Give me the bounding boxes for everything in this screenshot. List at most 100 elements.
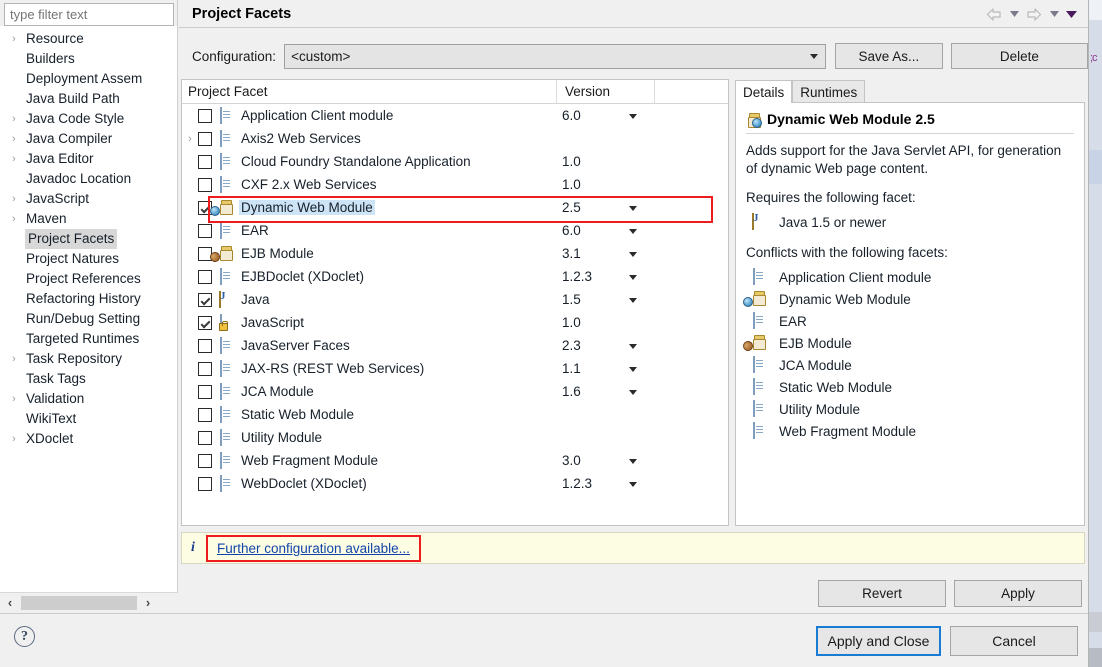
facet-version[interactable]: 1.1: [562, 361, 581, 376]
chevron-right-icon[interactable]: ›: [12, 149, 26, 169]
facet-version[interactable]: 1.0: [562, 154, 581, 169]
table-row[interactable]: EJBDoclet (XDoclet) 1.2.3: [182, 265, 728, 288]
chevron-right-icon[interactable]: ›: [12, 389, 26, 409]
facet-version[interactable]: 2.3: [562, 338, 581, 353]
sidebar-item-java-code-style[interactable]: › Java Code Style: [0, 109, 177, 129]
version-dropdown-caret-icon[interactable]: [629, 344, 637, 349]
version-dropdown-caret-icon[interactable]: [629, 229, 637, 234]
view-menu-caret-icon[interactable]: [1064, 4, 1078, 24]
column-header-version[interactable]: Version: [556, 80, 654, 104]
version-dropdown-caret-icon[interactable]: [629, 367, 637, 372]
facet-checkbox[interactable]: [198, 223, 212, 238]
column-header-facet[interactable]: Project Facet: [182, 84, 556, 99]
save-as-button[interactable]: Save As...: [835, 43, 943, 69]
chevron-right-icon[interactable]: ›: [182, 133, 198, 145]
facet-version[interactable]: 6.0: [562, 223, 581, 238]
chevron-right-icon[interactable]: ›: [12, 109, 26, 129]
sidebar-item-validation[interactable]: › Validation: [0, 389, 177, 409]
facet-version[interactable]: 1.0: [562, 177, 581, 192]
table-row[interactable]: Static Web Module: [182, 403, 728, 426]
chevron-right-icon[interactable]: ›: [12, 349, 26, 369]
sidebar-item-project-natures[interactable]: Project Natures: [0, 249, 177, 269]
sidebar-item-deployment-assem[interactable]: Deployment Assem: [0, 69, 177, 89]
facet-checkbox[interactable]: [198, 131, 212, 146]
sidebar-item-java-editor[interactable]: › Java Editor: [0, 149, 177, 169]
facet-checkbox[interactable]: [198, 269, 212, 284]
table-row[interactable]: Cloud Foundry Standalone Application 1.0: [182, 150, 728, 173]
version-dropdown-caret-icon[interactable]: [629, 482, 637, 487]
facet-version[interactable]: 6.0: [562, 108, 581, 123]
table-row[interactable]: JavaServer Faces 2.3: [182, 334, 728, 357]
help-icon[interactable]: ?: [14, 626, 35, 647]
chevron-right-icon[interactable]: ›: [12, 429, 26, 449]
facet-version[interactable]: 1.5: [562, 292, 581, 307]
sidebar-item-javadoc-location[interactable]: Javadoc Location: [0, 169, 177, 189]
version-dropdown-caret-icon[interactable]: [629, 459, 637, 464]
table-row[interactable]: JCA Module 1.6: [182, 380, 728, 403]
table-row[interactable]: CXF 2.x Web Services 1.0: [182, 173, 728, 196]
version-dropdown-caret-icon[interactable]: [629, 252, 637, 257]
tab-runtimes[interactable]: Runtimes: [792, 80, 866, 103]
table-row[interactable]: Utility Module: [182, 426, 728, 449]
sidebar-item-project-facets[interactable]: Project Facets: [0, 229, 177, 249]
project-facet-table[interactable]: Project Facet Version Application Client…: [181, 79, 729, 526]
back-arrow-icon[interactable]: [984, 4, 1004, 24]
table-row[interactable]: Dynamic Web Module 2.5: [182, 196, 728, 219]
forward-arrow-icon[interactable]: [1024, 4, 1044, 24]
sidebar-item-maven[interactable]: › Maven: [0, 209, 177, 229]
facet-checkbox[interactable]: [198, 315, 212, 330]
table-row[interactable]: WebDoclet (XDoclet) 1.2.3: [182, 472, 728, 495]
delete-button[interactable]: Delete: [950, 43, 1089, 69]
version-dropdown-caret-icon[interactable]: [629, 275, 637, 280]
chevron-right-icon[interactable]: ›: [12, 209, 26, 229]
sidebar-item-task-tags[interactable]: Task Tags: [0, 369, 177, 389]
version-dropdown-caret-icon[interactable]: [629, 114, 637, 119]
sidebar-horizontal-scrollbar[interactable]: ‹ ›: [0, 592, 178, 612]
version-dropdown-caret-icon[interactable]: [629, 206, 637, 211]
chevron-right-icon[interactable]: ›: [12, 29, 26, 49]
table-row[interactable]: JavaScript 1.0: [182, 311, 728, 334]
facet-checkbox[interactable]: [198, 384, 212, 399]
facet-version[interactable]: 2.5: [562, 200, 581, 215]
version-dropdown-caret-icon[interactable]: [629, 390, 637, 395]
scroll-right-icon[interactable]: ›: [138, 594, 158, 612]
further-configuration-link[interactable]: Further configuration available...: [217, 541, 410, 556]
facet-version[interactable]: 1.0: [562, 315, 581, 330]
table-row[interactable]: Application Client module 6.0: [182, 104, 728, 127]
facet-checkbox[interactable]: [198, 407, 212, 422]
sidebar-item-refactoring-history[interactable]: Refactoring History: [0, 289, 177, 309]
sidebar-item-task-repository[interactable]: › Task Repository: [0, 349, 177, 369]
apply-and-close-button[interactable]: Apply and Close: [816, 626, 941, 656]
table-row[interactable]: Web Fragment Module 3.0: [182, 449, 728, 472]
facet-checkbox[interactable]: [198, 430, 212, 445]
scroll-left-icon[interactable]: ‹: [0, 594, 20, 612]
table-row[interactable]: EAR 6.0: [182, 219, 728, 242]
facet-checkbox[interactable]: [198, 338, 212, 353]
sidebar-item-wikitext[interactable]: WikiText: [0, 409, 177, 429]
filter-input[interactable]: [4, 3, 174, 26]
facet-checkbox[interactable]: [198, 108, 212, 123]
facet-checkbox[interactable]: [198, 361, 212, 376]
table-row[interactable]: › Axis2 Web Services: [182, 127, 728, 150]
facet-version[interactable]: 3.0: [562, 453, 581, 468]
table-row[interactable]: EJB Module 3.1: [182, 242, 728, 265]
facet-checkbox[interactable]: [198, 177, 212, 192]
sidebar-item-targeted-runtimes[interactable]: Targeted Runtimes: [0, 329, 177, 349]
facet-version[interactable]: 3.1: [562, 246, 581, 261]
sidebar-item-builders[interactable]: Builders: [0, 49, 177, 69]
forward-dropdown-caret-icon[interactable]: [1047, 4, 1061, 24]
configuration-select[interactable]: <custom>: [284, 43, 826, 69]
sidebar-item-java-build-path[interactable]: Java Build Path: [0, 89, 177, 109]
sidebar-item-run-debug-setting[interactable]: Run/Debug Setting: [0, 309, 177, 329]
facet-checkbox[interactable]: [198, 292, 212, 307]
back-dropdown-caret-icon[interactable]: [1007, 4, 1021, 24]
sidebar-item-resource[interactable]: › Resource: [0, 29, 177, 49]
facet-version[interactable]: 1.2.3: [562, 269, 592, 284]
version-dropdown-caret-icon[interactable]: [629, 298, 637, 303]
table-row[interactable]: Java 1.5: [182, 288, 728, 311]
facet-version[interactable]: 1.2.3: [562, 476, 592, 491]
facet-checkbox[interactable]: [198, 154, 212, 169]
revert-button[interactable]: Revert: [818, 580, 946, 607]
apply-button[interactable]: Apply: [954, 580, 1082, 607]
facet-checkbox[interactable]: [198, 453, 212, 468]
